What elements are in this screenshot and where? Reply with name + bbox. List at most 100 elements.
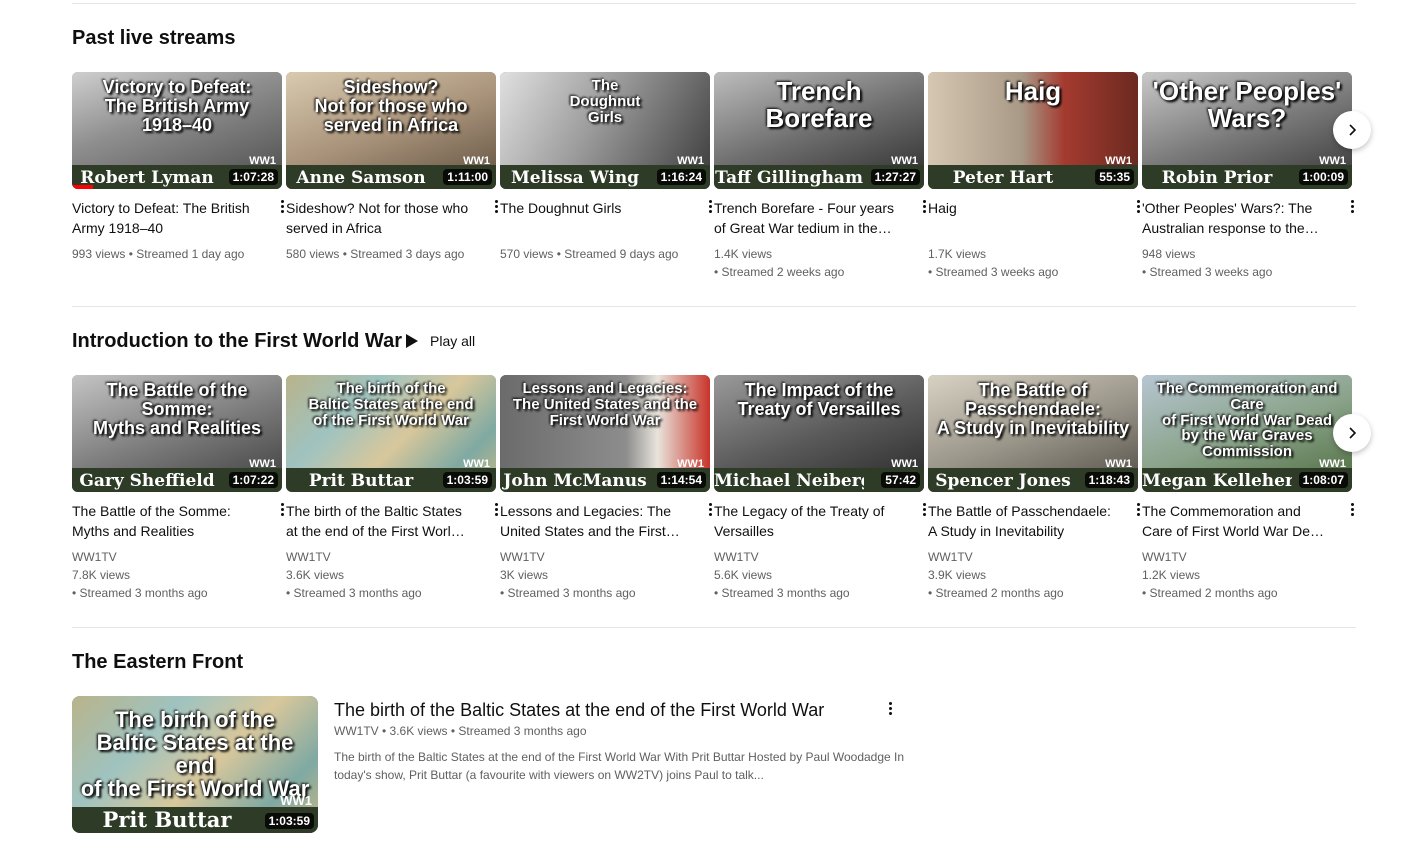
- stream-date: • Streamed 3 months ago: [714, 586, 850, 600]
- chevron-right-icon: [1349, 124, 1357, 136]
- video-card[interactable]: The Battle of the Somme: Myths and Reali…: [72, 375, 284, 602]
- featured-thumbnail[interactable]: The birth of the Baltic States at the en…: [72, 696, 318, 833]
- thumbnail-title-text: The Battle of Passchendaele: A Study in …: [936, 380, 1130, 438]
- duration-badge: 1:03:59: [264, 813, 314, 829]
- more-vert-icon[interactable]: [1346, 499, 1358, 519]
- video-metadata: WW1TV 1.2K views • Streamed 2 months ago: [1142, 548, 1342, 602]
- stream-date: • Streamed 3 months ago: [500, 586, 636, 600]
- channel-name[interactable]: WW1TV: [1142, 548, 1342, 566]
- video-metadata: 580 views • Streamed 3 days ago: [286, 245, 486, 263]
- video-title[interactable]: Victory to Defeat: The British Army 1918…: [72, 198, 256, 238]
- stream-date: • Streamed 3 months ago: [72, 586, 208, 600]
- ww1-logo: WW1: [1319, 155, 1346, 167]
- video-title[interactable]: The birth of the Baltic States at the en…: [286, 501, 470, 541]
- shelf-next-button[interactable]: [1333, 414, 1371, 452]
- channel-name[interactable]: WW1TV: [72, 548, 272, 566]
- ww1-logo: WW1: [249, 155, 276, 167]
- channel-name[interactable]: WW1TV: [286, 548, 486, 566]
- video-card[interactable]: Lessons and Legacies: The United States …: [500, 375, 712, 602]
- channel-name[interactable]: WW1TV: [928, 548, 1128, 566]
- thumbnail-title-text: The birth of the Baltic States at the en…: [80, 707, 310, 802]
- view-count: 3K views: [500, 568, 549, 582]
- ww1-logo: WW1: [1105, 458, 1132, 470]
- shelf-title-eastern-front[interactable]: The Eastern Front: [72, 651, 243, 674]
- speaker-name: Melissa Wing: [510, 168, 640, 188]
- video-thumbnail[interactable]: The Battle of the Somme: Myths and Reali…: [72, 375, 282, 492]
- video-card[interactable]: 'Other Peoples' Wars? Robin Prior WW1 1:00:…: [1142, 72, 1354, 281]
- thumbnail-title-text: Haig: [1004, 76, 1062, 106]
- video-thumbnail[interactable]: 'Other Peoples' Wars? Robin Prior WW1 1:00:…: [1142, 72, 1352, 189]
- video-card[interactable]: Haig Peter Hart WW1 55:35 Haig 1.7K views • St…: [928, 72, 1140, 281]
- video-thumbnail[interactable]: Lessons and Legacies: The United States …: [500, 375, 710, 492]
- more-vert-icon[interactable]: [1346, 196, 1358, 216]
- channel-name[interactable]: WW1TV: [500, 548, 700, 566]
- video-card[interactable]: The Doughnut Girls Melissa Wing WW1 1:16:24…: [500, 72, 712, 263]
- duration-badge: 1:16:24: [656, 169, 706, 185]
- video-card[interactable]: The Impact of the Treaty of Versailles Mi…: [714, 375, 926, 602]
- view-count: 5.6K views: [714, 568, 773, 582]
- speaker-name: Megan Kelleher: [1142, 471, 1292, 491]
- video-title[interactable]: Trench Borefare - Four years of Great Wa…: [714, 198, 898, 238]
- shelf-title-introduction[interactable]: Introduction to the First World War: [72, 330, 402, 353]
- video-card[interactable]: The Commemoration and Care of First Worl…: [1142, 375, 1354, 602]
- video-title[interactable]: The Commemoration and Care of First Worl…: [1142, 501, 1326, 541]
- shelf-title-past-live-streams[interactable]: Past live streams: [72, 27, 235, 50]
- video-thumbnail[interactable]: The Commemoration and Care of First Worl…: [1142, 375, 1352, 492]
- shelf-next-button[interactable]: [1333, 111, 1371, 149]
- speaker-name: Spencer Jones: [935, 471, 1071, 491]
- thumbnail-title-text: The Impact of the Treaty of Versailles: [737, 380, 901, 419]
- video-title[interactable]: The Doughnut Girls: [500, 198, 684, 238]
- stream-date: • Streamed 2 months ago: [1142, 586, 1278, 600]
- speaker-name: Anne Samson: [296, 168, 426, 188]
- more-vert-icon[interactable]: [884, 698, 896, 718]
- video-thumbnail[interactable]: Sideshow? Not for those who served in Af…: [286, 72, 496, 189]
- play-all-button[interactable]: Play all: [400, 330, 475, 352]
- duration-badge: 1:03:59: [442, 472, 492, 488]
- video-card[interactable]: The Battle of Passchendaele: A Study in …: [928, 375, 1140, 602]
- view-count: 993 views • Streamed 1 day ago: [72, 247, 245, 261]
- watch-progress-bar: [72, 185, 93, 189]
- video-thumbnail[interactable]: The Doughnut Girls Melissa Wing WW1 1:16:24: [500, 72, 710, 189]
- video-card[interactable]: Sideshow? Not for those who served in Af…: [286, 72, 498, 263]
- shelf-divider: [72, 306, 1356, 307]
- featured-video-title[interactable]: The birth of the Baltic States at the en…: [334, 698, 824, 722]
- video-title[interactable]: Haig: [928, 198, 1112, 238]
- video-metadata: WW1TV 7.8K views • Streamed 3 months ago: [72, 548, 272, 602]
- video-card[interactable]: Victory to Defeat: The British Army 1918…: [72, 72, 284, 263]
- thumbnail-title-text: The Doughnut Girls: [569, 77, 641, 126]
- speaker-name: Prit Buttar: [308, 471, 414, 491]
- video-title[interactable]: 'Other Peoples' Wars?: The Australian re…: [1142, 198, 1326, 238]
- stream-date: • Streamed 2 months ago: [928, 586, 1064, 600]
- video-thumbnail[interactable]: Haig Peter Hart WW1 55:35: [928, 72, 1138, 189]
- shelf-row-introduction: The Battle of the Somme: Myths and Reali…: [72, 375, 1372, 635]
- ww1-logo: WW1: [677, 458, 704, 470]
- duration-badge: 1:14:54: [656, 472, 706, 488]
- video-card[interactable]: The birth of the Baltic States at the en…: [286, 375, 498, 602]
- channel-name[interactable]: WW1TV: [714, 548, 914, 566]
- duration-badge: 1:08:07: [1298, 472, 1348, 488]
- video-thumbnail[interactable]: Trench Borefare Taff Gillingham WW1 1:27:27: [714, 72, 924, 189]
- view-count: 3.6K views: [286, 568, 345, 582]
- duration-badge: 55:35: [1095, 169, 1134, 185]
- video-card[interactable]: Trench Borefare Taff Gillingham WW1 1:27:27…: [714, 72, 926, 281]
- ww1-logo: WW1: [1105, 155, 1132, 167]
- stream-date: • Streamed 3 months ago: [286, 586, 422, 600]
- video-title[interactable]: The Battle of Passchendaele: A Study in …: [928, 501, 1112, 541]
- featured-video-meta: WW1TV • 3.6K views • Streamed 3 months a…: [334, 724, 587, 738]
- stream-date: • Streamed 3 weeks ago: [928, 265, 1059, 279]
- video-metadata: 993 views • Streamed 1 day ago: [72, 245, 272, 263]
- video-thumbnail[interactable]: The birth of the Baltic States at the en…: [286, 375, 496, 492]
- stream-date: • Streamed 3 weeks ago: [1142, 265, 1273, 279]
- video-title[interactable]: The Legacy of the Treaty of Versailles: [714, 501, 898, 541]
- video-thumbnail[interactable]: The Battle of Passchendaele: A Study in …: [928, 375, 1138, 492]
- thumbnail-title-text: Trench Borefare: [765, 76, 873, 134]
- thumbnail-title-text: The Commemoration and Care of First Worl…: [1156, 380, 1338, 460]
- video-title[interactable]: Sideshow? Not for those who served in Af…: [286, 198, 470, 238]
- video-metadata: 948 views • Streamed 3 weeks ago: [1142, 245, 1342, 281]
- video-thumbnail[interactable]: Victory to Defeat: The British Army 1918…: [72, 72, 282, 189]
- video-title[interactable]: The Battle of the Somme: Myths and Reali…: [72, 501, 256, 541]
- top-divider: [72, 3, 1356, 4]
- video-thumbnail[interactable]: The Impact of the Treaty of Versailles Mi…: [714, 375, 924, 492]
- video-title[interactable]: Lessons and Legacies: The United States …: [500, 501, 684, 541]
- thumbnail-title-text: Sideshow? Not for those who served in Af…: [314, 77, 468, 135]
